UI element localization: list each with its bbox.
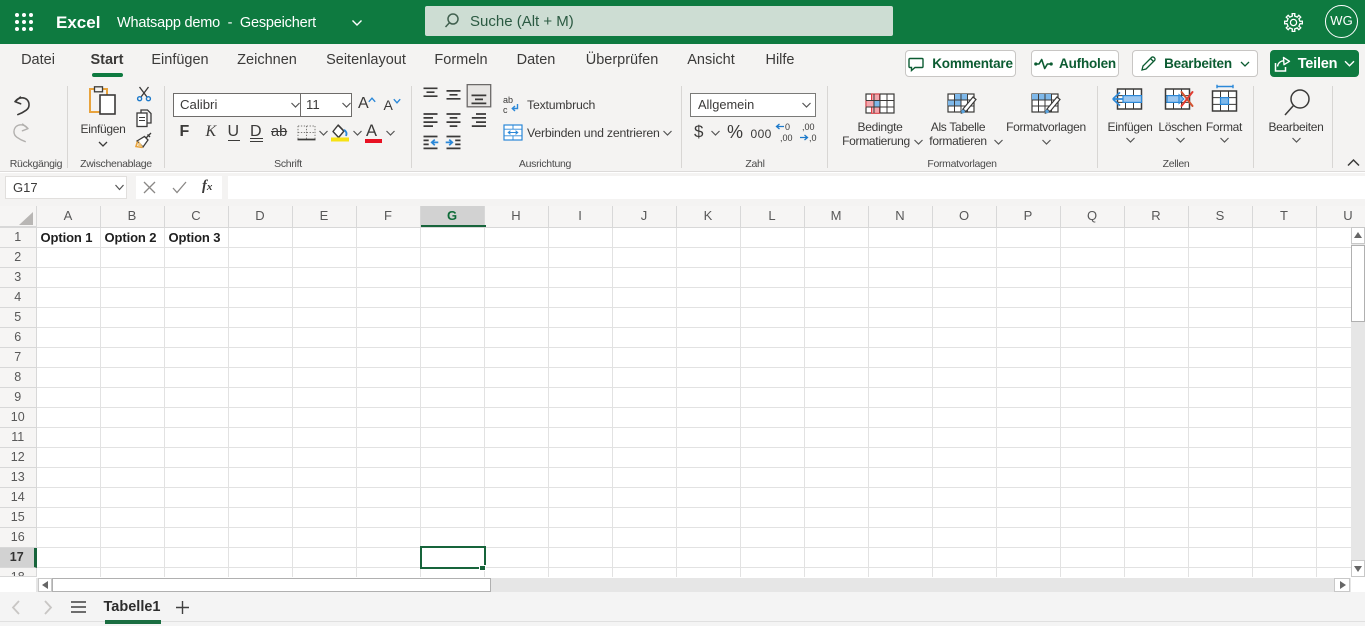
svg-text:,0: ,0 [809, 133, 817, 143]
svg-text:,00: ,00 [780, 133, 793, 143]
svg-text:ab: ab [503, 95, 513, 105]
svg-text:c: c [503, 105, 508, 115]
svg-text:,00: ,00 [802, 122, 815, 132]
svg-text:0: 0 [785, 122, 790, 132]
